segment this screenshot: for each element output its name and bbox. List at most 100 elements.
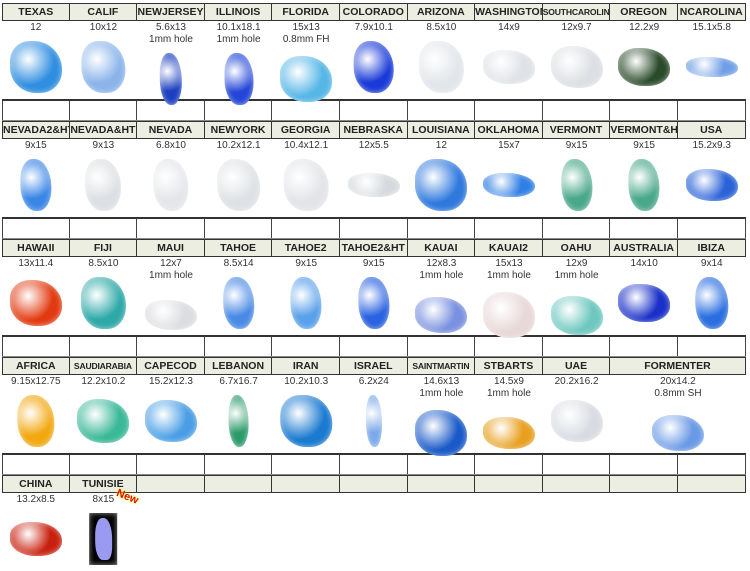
product-cell[interactable]: 15.2x12.3 (137, 375, 205, 453)
product-cell[interactable]: 13.2x8.5 (2, 493, 70, 571)
product-cell[interactable]: 15.1x5.8 (678, 21, 746, 99)
product-cell[interactable]: 12x7 1mm hole (137, 257, 205, 335)
product-image[interactable] (283, 159, 329, 211)
product-cell[interactable]: 10.1x18.1 1mm hole (205, 21, 273, 105)
product-image[interactable] (482, 50, 535, 84)
product-cell[interactable]: 14.5x9 1mm hole (475, 375, 543, 453)
product-dimensions: 8.5x10 (426, 22, 457, 33)
product-image[interactable] (77, 399, 130, 443)
product-cell[interactable]: 8.5x10 (70, 257, 138, 335)
product-cell[interactable]: 14x9 (475, 21, 543, 99)
product-image[interactable] (550, 45, 603, 88)
product-image[interactable] (81, 277, 126, 329)
product-cell[interactable]: 12.2x9 (610, 21, 678, 99)
product-image[interactable] (85, 159, 122, 211)
product-image[interactable] (280, 395, 332, 447)
product-image[interactable] (482, 172, 535, 198)
empty-cell (543, 493, 611, 571)
product-image[interactable] (353, 41, 395, 93)
product-image[interactable] (482, 416, 535, 450)
product-image[interactable] (482, 292, 535, 338)
product-image[interactable] (618, 47, 671, 87)
product-image[interactable] (290, 277, 322, 329)
product-cell[interactable]: 9x13 (70, 139, 138, 217)
product-cell[interactable]: 15x13 1mm hole (475, 257, 543, 338)
product-image[interactable] (550, 400, 603, 442)
product-image[interactable] (144, 299, 197, 331)
product-image[interactable] (685, 169, 738, 201)
product-image[interactable] (228, 395, 250, 447)
spacer-row (2, 335, 746, 357)
product-cell[interactable]: 10.2x12.1 (205, 139, 273, 217)
product-image[interactable] (216, 159, 261, 211)
empty-cell (340, 493, 408, 571)
product-image[interactable] (651, 414, 704, 452)
product-image[interactable] (9, 41, 62, 93)
product-cell[interactable]: 9x15 (272, 257, 340, 335)
product-image[interactable] (560, 159, 593, 211)
product-cell[interactable]: 14.6x13 1mm hole (408, 375, 476, 457)
product-cell[interactable]: 13x11.4 (2, 257, 70, 335)
product-cell[interactable]: 12x9.7 (543, 21, 611, 99)
product-image[interactable] (365, 395, 382, 447)
product-cell[interactable]: 12x5.5 (340, 139, 408, 217)
product-cell[interactable]: 12 (2, 21, 70, 99)
product-image[interactable] (550, 295, 603, 335)
product-cell[interactable]: 10.4x12.1 (272, 139, 340, 217)
product-image[interactable] (415, 409, 468, 457)
product-image[interactable] (415, 159, 468, 211)
product-image[interactable] (224, 53, 254, 105)
product-image[interactable] (685, 57, 738, 77)
product-name: CAPECOD (137, 357, 205, 375)
product-image[interactable] (419, 41, 464, 93)
product-image[interactable] (9, 280, 62, 326)
product-cell[interactable]: 20x14.2 0.8mm SH (610, 375, 745, 453)
product-cell[interactable]: 12x8.3 1mm hole (408, 257, 476, 335)
product-cell[interactable]: 9.15x12.75 (2, 375, 70, 453)
product-cell[interactable]: 6.8x10 (137, 139, 205, 217)
product-image[interactable] (81, 41, 126, 93)
product-image[interactable] (159, 53, 183, 105)
product-name: ISRAEL (339, 357, 408, 375)
product-cell[interactable]: 10x12 (70, 21, 138, 99)
product-cell[interactable]: 9x15 (543, 139, 611, 217)
product-image[interactable] (17, 395, 55, 447)
product-image[interactable] (20, 159, 52, 211)
product-cell[interactable]: 15x13 0.8mm FH (272, 21, 340, 102)
product-cell[interactable]: 15x7 (475, 139, 543, 217)
product-image[interactable] (280, 56, 333, 102)
product-image[interactable] (618, 284, 671, 322)
product-image[interactable] (144, 399, 197, 443)
product-cell[interactable]: 6.2x24 (340, 375, 408, 453)
product-image[interactable] (358, 277, 390, 329)
product-cell[interactable]: 6.7x16.7 (205, 375, 273, 453)
product-cell[interactable]: 9x15 (610, 139, 678, 217)
product-cell[interactable]: 8.5x10 (408, 21, 476, 99)
product-cell[interactable]: 9x15 (340, 257, 408, 335)
product-cell[interactable]: 15.2x9.3 (678, 139, 746, 217)
product-cell[interactable]: 14x10 (610, 257, 678, 335)
spacer-cell (678, 455, 746, 474)
product-image[interactable] (347, 173, 400, 197)
product-note: 1mm hole (149, 34, 193, 45)
product-cell[interactable]: 5.6x13 1mm hole (137, 21, 205, 105)
product-cell[interactable]: 20.2x16.2 (543, 375, 611, 453)
product-name: NEVADA2&HT (2, 121, 70, 139)
product-cell[interactable]: 8x15 New (70, 487, 140, 571)
product-cell[interactable]: 9x14 (678, 257, 746, 335)
product-cell[interactable]: 12 (408, 139, 476, 217)
product-cell[interactable]: 8.5x14 (205, 257, 273, 335)
product-image[interactable] (695, 277, 729, 329)
product-image[interactable] (415, 297, 468, 333)
product-image[interactable] (89, 513, 118, 565)
product-cell[interactable]: 9x15 (2, 139, 70, 217)
product-name: STBARTS (475, 357, 543, 375)
product-cell[interactable]: 7.9x10.1 (340, 21, 408, 99)
product-image[interactable] (222, 277, 255, 329)
product-cell[interactable]: 10.2x10.3 (272, 375, 340, 453)
product-image[interactable] (153, 159, 189, 211)
product-cell[interactable]: 12x9 1mm hole (543, 257, 611, 335)
product-image[interactable] (628, 159, 660, 211)
product-cell[interactable]: 12.2x10.2 (70, 375, 138, 453)
product-image[interactable] (9, 522, 62, 556)
